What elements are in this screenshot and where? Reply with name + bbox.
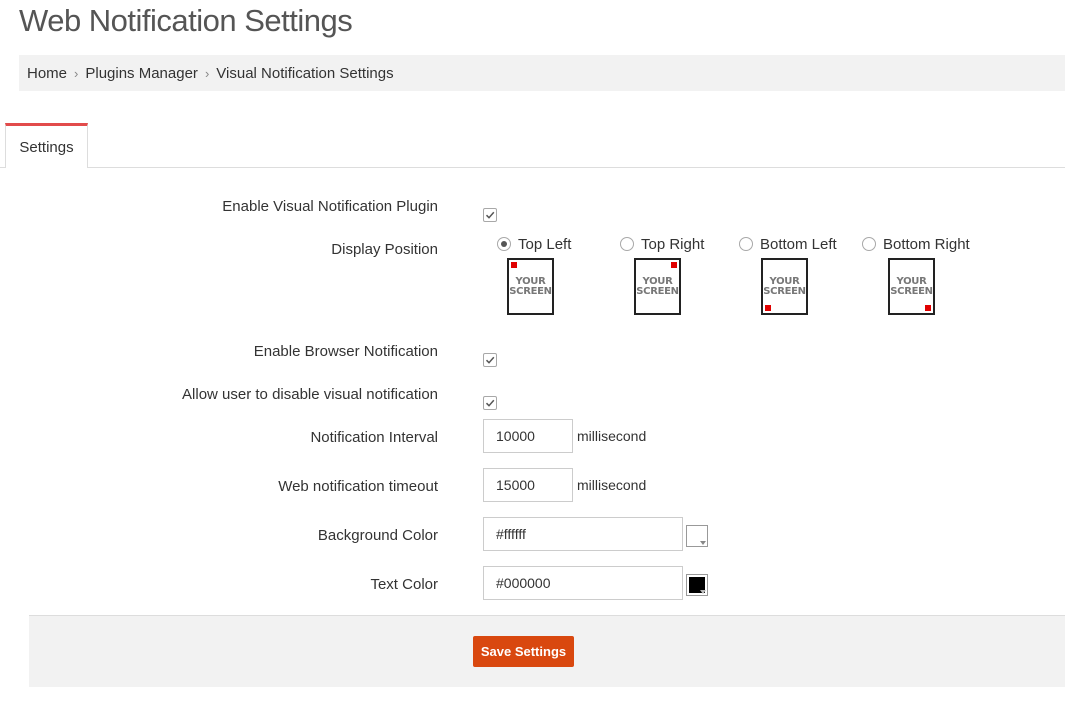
radio-label-top-right: Top Right: [641, 235, 705, 253]
dropdown-arrow-icon: [700, 590, 706, 594]
timeout-input[interactable]: [483, 468, 573, 502]
screen-preview-bottom-left[interactable]: YOUR SCREEN: [761, 258, 808, 315]
screen-text-line2: SCREEN: [763, 285, 806, 297]
radio-label-bottom-right: Bottom Right: [883, 235, 970, 253]
screen-preview-top-left[interactable]: YOUR SCREEN: [507, 258, 554, 315]
timeout-label: Web notification timeout: [278, 478, 438, 495]
text-color-label: Text Color: [370, 576, 438, 593]
position-marker: [925, 305, 931, 311]
checkmark-icon: [485, 211, 495, 219]
radio-top-right[interactable]: [620, 237, 634, 251]
enable-browser-checkbox[interactable]: [483, 353, 497, 367]
screen-preview-bottom-right[interactable]: YOUR SCREEN: [888, 258, 935, 315]
position-option-bottom-right[interactable]: Bottom Right: [862, 234, 970, 254]
screen-text-line2: SCREEN: [890, 285, 933, 297]
screen-text-line2: SCREEN: [509, 285, 552, 297]
text-color-picker[interactable]: [686, 574, 708, 596]
interval-unit: millisecond: [577, 428, 647, 444]
position-option-top-left[interactable]: Top Left: [497, 234, 571, 254]
checkmark-icon: [485, 356, 495, 364]
enable-plugin-label: Enable Visual Notification Plugin: [222, 198, 438, 215]
bg-color-input[interactable]: [483, 517, 683, 551]
page-title: Web Notification Settings: [19, 3, 353, 38]
enable-plugin-checkbox[interactable]: [483, 208, 497, 222]
breadcrumb-home[interactable]: Home: [27, 65, 67, 82]
breadcrumb: Home › Plugins Manager › Visual Notifica…: [19, 55, 1065, 91]
chevron-right-icon: ›: [74, 65, 79, 81]
interval-label: Notification Interval: [310, 429, 438, 446]
screen-text-line2: SCREEN: [636, 285, 679, 297]
enable-browser-label: Enable Browser Notification: [253, 343, 438, 360]
display-position-label: Display Position: [331, 241, 438, 258]
bg-color-picker[interactable]: [686, 525, 708, 547]
allow-disable-checkbox[interactable]: [483, 396, 497, 410]
interval-input[interactable]: [483, 419, 573, 453]
breadcrumb-current: Visual Notification Settings: [216, 64, 394, 82]
chevron-right-icon: ›: [204, 65, 210, 81]
tab-settings[interactable]: Settings: [5, 123, 88, 168]
save-settings-button[interactable]: Save Settings: [473, 636, 574, 667]
checkmark-icon: [485, 399, 495, 407]
position-marker: [511, 262, 517, 268]
position-marker: [765, 305, 771, 311]
radio-bottom-left[interactable]: [739, 237, 753, 251]
tab-bar: Settings: [0, 123, 1065, 168]
bg-color-label: Background Color: [317, 527, 438, 544]
radio-bottom-right[interactable]: [862, 237, 876, 251]
radio-label-top-left: Top Left: [518, 235, 572, 253]
position-option-top-right[interactable]: Top Right: [620, 234, 704, 254]
radio-label-bottom-left: Bottom Left: [760, 235, 837, 253]
dropdown-arrow-icon: [700, 541, 706, 545]
breadcrumb-plugins-manager[interactable]: Plugins Manager: [85, 65, 198, 82]
allow-disable-label: Allow user to disable visual notificatio…: [182, 386, 438, 403]
timeout-unit: millisecond: [577, 477, 647, 493]
text-color-input[interactable]: [483, 566, 683, 600]
position-marker: [671, 262, 677, 268]
radio-top-left[interactable]: [497, 237, 511, 251]
screen-preview-top-right[interactable]: YOUR SCREEN: [634, 258, 681, 315]
position-option-bottom-left[interactable]: Bottom Left: [739, 234, 837, 254]
